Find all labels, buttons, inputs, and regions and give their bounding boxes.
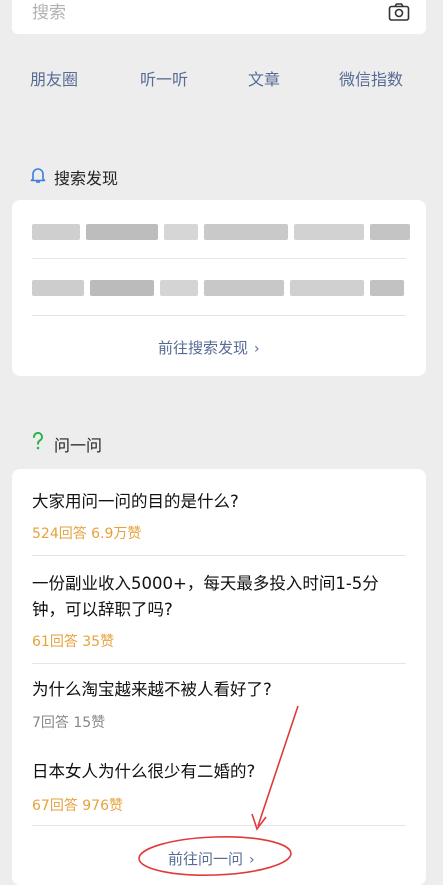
bell-icon [30,168,46,183]
question-stats: 7回答 15赞 [32,715,106,731]
question-stats: 524回答 6.9万赞 [32,526,142,542]
question-stats: 61回答 35赞 [32,634,115,650]
divider [32,825,406,826]
quicklink-articles[interactable]: 文章 [248,66,280,90]
question-title[interactable]: 大家用问一问的目的是什么? [32,489,402,515]
discover-title: 搜索发现 [54,169,119,188]
discover-link[interactable]: 前往搜索发现 › [158,337,260,358]
ask-link[interactable]: 前往问一问 › [168,848,255,869]
divider [32,555,406,556]
divider [32,315,406,316]
search-bar[interactable]: 搜索 [12,0,426,34]
divider [32,663,406,664]
camera-icon[interactable] [388,2,410,22]
ask-card: 大家用问一问的目的是什么? 524回答 6.9万赞 一份副业收入5000+，每天… [12,469,426,885]
quicklink-moments[interactable]: 朋友圈 [30,66,78,90]
quicklink-listen[interactable]: 听一听 [140,66,188,90]
discover-card: 前往搜索发现 › [12,200,426,376]
discover-item-blurred[interactable] [32,280,410,296]
question-stats: 67回答 976赞 [32,798,123,814]
quick-links: 朋友圈 听一听 文章 微信指数 [0,66,443,90]
chevron-right-icon: › [254,341,260,357]
question-title[interactable]: 一份副业收入5000+，每天最多投入时间1-5分钟，可以辞职了吗? [32,571,402,623]
question-icon [32,431,43,450]
ask-link-label: 前往问一问 [168,850,244,868]
question-title[interactable]: 日本女人为什么很少有二婚的? [32,759,402,785]
discover-link-label: 前往搜索发现 [158,339,249,357]
search-input[interactable]: 搜索 [32,0,66,23]
ask-title: 问一问 [54,436,103,455]
question-title[interactable]: 为什么淘宝越来越不被人看好了? [32,677,402,703]
discover-item-blurred[interactable] [32,224,416,240]
divider [32,258,406,259]
quicklink-wechat-index[interactable]: 微信指数 [339,66,403,90]
chevron-right-icon: › [249,852,255,868]
